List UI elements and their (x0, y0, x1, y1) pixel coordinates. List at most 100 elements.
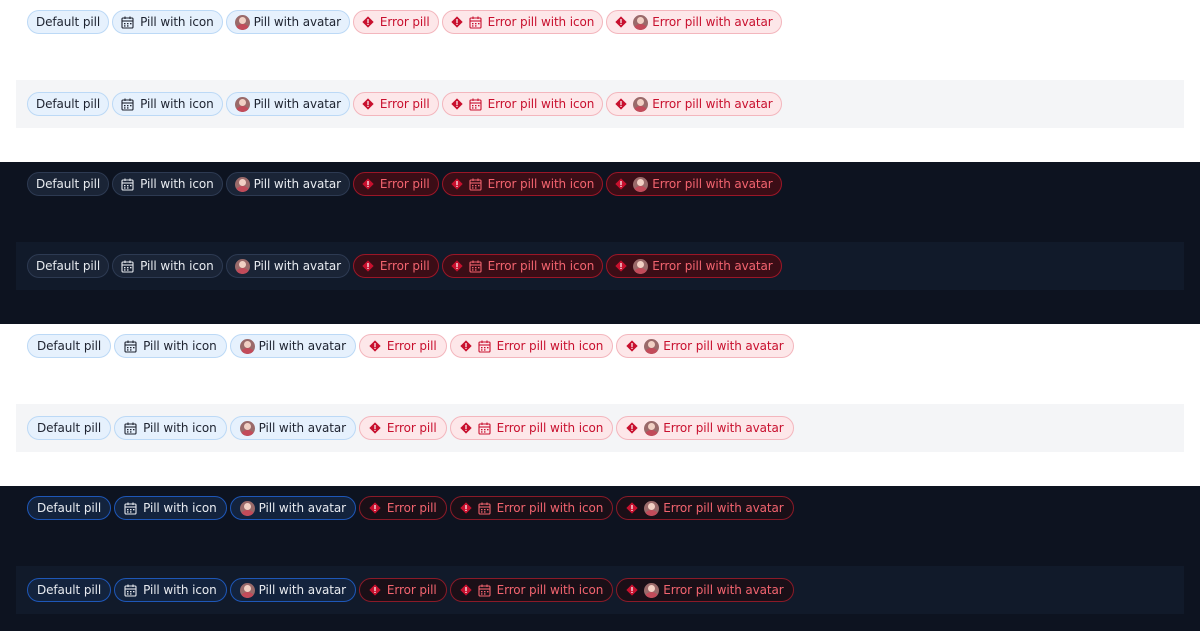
error-icon-pill[interactable]: Error pill with icon (441, 92, 604, 116)
pill-label: Default pill (37, 339, 102, 353)
calendar-icon (124, 502, 137, 515)
pill-label: Pill with avatar (253, 177, 341, 191)
default-pill[interactable]: Default pill (27, 416, 112, 440)
icon-pill[interactable]: Pill with icon (112, 172, 223, 196)
pill-label: Default pill (36, 177, 101, 191)
avatar (633, 176, 649, 192)
default-pill[interactable]: Default pill (27, 496, 112, 520)
error-icon-pill[interactable]: Error pill with icon (441, 10, 604, 34)
error-icon-pill[interactable]: Error pill with icon (441, 254, 604, 278)
pill-label: Pill with icon (140, 15, 214, 29)
icon-pill[interactable]: Pill with icon (114, 416, 227, 440)
error-icon-pill[interactable]: Error pill with icon (449, 578, 614, 602)
pill-label: Error pill (379, 177, 430, 191)
pill-row: Default pill Pill with icon Pill with av… (27, 254, 782, 278)
pill-label: Error pill with icon (487, 259, 595, 273)
avatar-pill[interactable]: Pill with avatar (229, 416, 356, 440)
error-avatar-pill[interactable]: Error pill with avatar (616, 496, 794, 520)
error-diamond-icon (615, 178, 627, 190)
error-avatar-pill[interactable]: Error pill with avatar (616, 334, 794, 358)
default-pill[interactable]: Default pill (27, 10, 110, 34)
error-icon-pill[interactable]: Error pill with icon (449, 496, 614, 520)
calendar-icon (478, 422, 491, 435)
calendar-icon (478, 340, 491, 353)
avatar-pill[interactable]: Pill with avatar (225, 172, 350, 196)
error-pill[interactable]: Error pill (358, 334, 447, 358)
error-icon-pill[interactable]: Error pill with icon (449, 416, 614, 440)
pill-label: Error pill (379, 15, 430, 29)
error-diamond-icon (626, 340, 638, 352)
error-avatar-pill[interactable]: Error pill with avatar (606, 10, 782, 34)
avatar-pill[interactable]: Pill with avatar (229, 496, 356, 520)
error-pill[interactable]: Error pill (352, 10, 439, 34)
calendar-icon (121, 178, 134, 191)
error-diamond-icon (615, 260, 627, 272)
pill-label: Error pill with icon (496, 339, 604, 353)
pill-label: Pill with icon (140, 177, 214, 191)
default-pill[interactable]: Default pill (27, 254, 110, 278)
pill-label: Error pill with avatar (652, 259, 773, 273)
pill-label: Pill with icon (140, 97, 214, 111)
default-pill[interactable]: Default pill (27, 578, 112, 602)
error-avatar-pill[interactable]: Error pill with avatar (606, 254, 782, 278)
pill-label: Error pill with avatar (652, 97, 773, 111)
error-avatar-pill[interactable]: Error pill with avatar (606, 172, 782, 196)
pill-strip: Default pill Pill with icon Pill with av… (16, 80, 1184, 128)
pill-label: Default pill (36, 259, 101, 273)
error-diamond-icon (450, 260, 463, 272)
avatar-pill[interactable]: Pill with avatar (225, 92, 350, 116)
pill-label: Error pill with avatar (652, 15, 773, 29)
pill-label: Error pill with avatar (652, 177, 773, 191)
error-icon-pill[interactable]: Error pill with icon (441, 172, 604, 196)
error-diamond-icon (459, 584, 472, 596)
avatar (644, 338, 660, 354)
icon-pill[interactable]: Pill with icon (114, 334, 227, 358)
avatar (239, 582, 255, 598)
avatar-pill[interactable]: Pill with avatar (229, 578, 356, 602)
avatar (239, 420, 255, 436)
default-pill[interactable]: Default pill (27, 334, 112, 358)
pill-row: Default pill Pill with icon Pill with av… (27, 578, 794, 602)
pill-label: Pill with icon (143, 421, 217, 435)
avatar-pill[interactable]: Pill with avatar (229, 334, 356, 358)
pill-label: Pill with avatar (253, 97, 341, 111)
avatar-pill[interactable]: Pill with avatar (225, 254, 350, 278)
error-pill[interactable]: Error pill (358, 496, 447, 520)
error-pill[interactable]: Error pill (352, 92, 439, 116)
icon-pill[interactable]: Pill with icon (114, 496, 227, 520)
pill-label: Pill with avatar (258, 339, 346, 353)
default-pill[interactable]: Default pill (27, 172, 110, 196)
default-pill[interactable]: Default pill (27, 92, 110, 116)
icon-pill[interactable]: Pill with icon (112, 92, 223, 116)
avatar (633, 96, 649, 112)
icon-pill[interactable]: Pill with icon (112, 10, 223, 34)
error-avatar-pill[interactable]: Error pill with avatar (616, 416, 794, 440)
pill-row: Default pill Pill with icon Pill with av… (27, 10, 782, 34)
pill-label: Error pill with avatar (663, 421, 784, 435)
icon-pill[interactable]: Pill with icon (112, 254, 223, 278)
error-icon-pill[interactable]: Error pill with icon (449, 334, 614, 358)
pill-row: Default pill Pill with icon Pill with av… (27, 172, 782, 196)
error-avatar-pill[interactable]: Error pill with avatar (616, 578, 794, 602)
error-diamond-icon (362, 98, 374, 110)
error-diamond-icon (459, 340, 472, 352)
calendar-icon (124, 584, 137, 597)
error-diamond-icon (626, 422, 638, 434)
error-pill[interactable]: Error pill (352, 172, 439, 196)
icon-pill[interactable]: Pill with icon (114, 578, 227, 602)
error-diamond-icon (615, 98, 627, 110)
theme-panel-dark-large: Default pill Pill with icon Pill with av… (0, 486, 1200, 631)
error-pill[interactable]: Error pill (358, 416, 447, 440)
calendar-icon (478, 584, 491, 597)
error-diamond-icon (369, 584, 381, 596)
avatar-pill[interactable]: Pill with avatar (225, 10, 350, 34)
pill-row: Default pill Pill with icon Pill with av… (27, 334, 794, 358)
error-pill[interactable]: Error pill (352, 254, 439, 278)
pill-label: Error pill (386, 339, 437, 353)
pill-label: Error pill with avatar (663, 501, 784, 515)
error-avatar-pill[interactable]: Error pill with avatar (606, 92, 782, 116)
error-pill[interactable]: Error pill (358, 578, 447, 602)
calendar-icon (124, 340, 137, 353)
error-diamond-icon (626, 502, 638, 514)
pill-label: Default pill (36, 15, 101, 29)
